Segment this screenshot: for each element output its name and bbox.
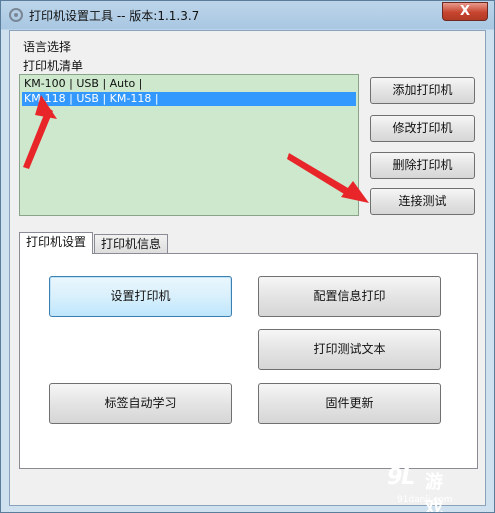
tab-printer-settings[interactable]: 打印机设置 xyxy=(19,232,94,254)
watermark-url: 91danji.com xyxy=(397,495,453,505)
watermark-name: 游戏 xyxy=(425,472,443,513)
arrow-head-test-button xyxy=(341,181,369,203)
watermark-logo: 9L xyxy=(387,465,415,490)
arrow-head-selected-item xyxy=(35,95,57,119)
arrow-to-test-button xyxy=(287,153,353,197)
app-window: 打印机设置工具 -- 版本:1.1.3.7 X 语言选择 打印机清单 KM-10… xyxy=(0,0,495,513)
annotation-arrows xyxy=(23,95,369,203)
